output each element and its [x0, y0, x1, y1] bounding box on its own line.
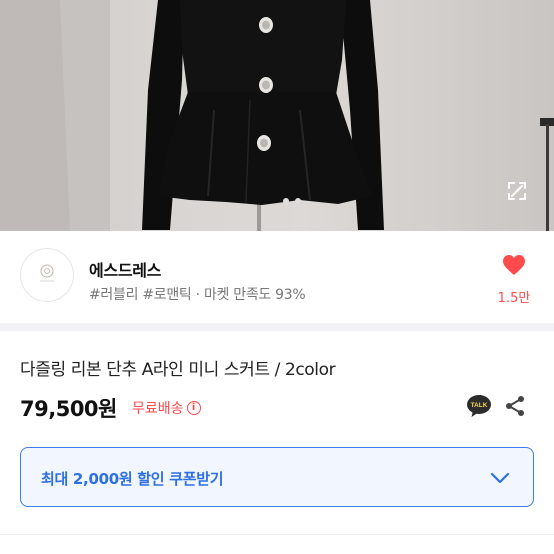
shop-tags-satisfaction: #러블리 #로맨틱 · 마켓 만족도 93% — [89, 287, 306, 303]
kakao-talk-icon: TALK — [466, 395, 492, 423]
chevron-down-icon — [488, 466, 512, 490]
heart-icon — [494, 253, 534, 277]
shipping-label: 무료배송 — [132, 401, 184, 417]
share-icon — [503, 396, 527, 422]
share-button[interactable] — [503, 394, 527, 418]
like-count: 1.5만 — [497, 291, 531, 306]
shipping-info[interactable]: 무료배송 i — [132, 398, 201, 418]
product-photo — [0, 0, 554, 231]
bottom-divider — [0, 534, 554, 535]
shop-logo-icon — [36, 262, 58, 288]
talk-button[interactable]: TALK — [466, 393, 492, 419]
expand-image-button[interactable] — [506, 180, 534, 208]
like-button[interactable]: 1.5만 — [494, 253, 534, 306]
shop-logo[interactable] — [20, 248, 74, 302]
product-image[interactable] — [0, 0, 554, 231]
product-price: 79,500원 — [20, 397, 117, 421]
product-title: 다즐링 리본 단추 A라인 미니 스커트 / 2color — [20, 360, 336, 380]
talk-label: TALK — [471, 402, 488, 409]
shop-name[interactable]: 에스드레스 — [89, 257, 161, 281]
section-divider — [0, 323, 554, 331]
shop-info-row[interactable]: 에스드레스 #러블리 #로맨틱 · 마켓 만족도 93% 1.5만 — [0, 231, 554, 323]
info-icon[interactable]: i — [186, 401, 201, 415]
coupon-label: 최대 2,000원 할인 쿠폰받기 — [41, 470, 224, 488]
coupon-download-button[interactable]: 최대 2,000원 할인 쿠폰받기 — [20, 447, 534, 507]
